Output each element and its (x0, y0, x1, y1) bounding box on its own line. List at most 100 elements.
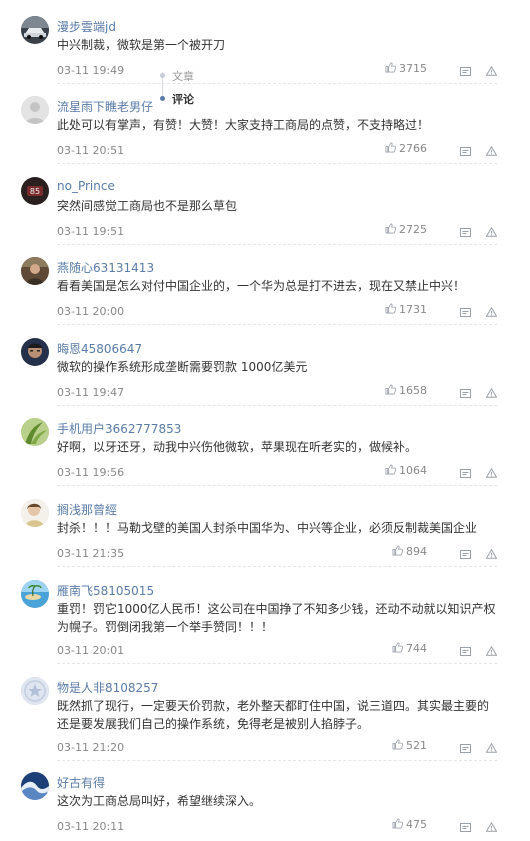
reply-icon[interactable] (460, 647, 471, 656)
comment-item: 好古有得 这次为工商总局叫好，希望继续深入。 03-11 20:11 475 (0, 772, 530, 840)
like-button[interactable]: 1658 (385, 384, 427, 400)
like-button[interactable]: 744 (392, 642, 427, 658)
reply-icon[interactable] (460, 389, 471, 398)
reply-icon[interactable] (460, 823, 471, 832)
reply-icon[interactable] (460, 308, 471, 317)
number-avatar-icon[interactable]: 85 (21, 177, 49, 205)
reply-icon[interactable] (460, 228, 471, 237)
username-link[interactable]: 手机用户3662777853 (57, 420, 181, 437)
comment-item: 流星雨下瞧老男仔 此处可以有掌声，有赞！大赞！大家支持工商局的点赞，不支持略过！… (0, 96, 530, 164)
like-count: 2766 (399, 142, 427, 155)
like-count: 894 (406, 545, 427, 558)
plant-avatar-icon[interactable] (21, 418, 49, 446)
thumbs-up-icon (392, 818, 403, 829)
username-link[interactable]: 流星雨下瞧老男仔 (57, 98, 153, 115)
comment-meta: 03-11 19:51 2725 (57, 223, 497, 241)
like-count: 521 (406, 739, 427, 752)
reply-icon[interactable] (460, 550, 471, 559)
divider (57, 244, 497, 245)
comment-text: 封杀！！！马勒戈壁的美国人封杀中国华为、中兴等企业，必须反制裁美国企业 (57, 521, 478, 535)
divider (57, 163, 497, 164)
default-avatar-icon[interactable] (21, 96, 49, 124)
car-avatar-icon[interactable] (21, 16, 49, 44)
username-link[interactable]: 燕随心63131413 (57, 259, 154, 276)
like-button[interactable]: 1731 (385, 303, 427, 319)
comment-meta: 03-11 20:11 475 (57, 818, 497, 836)
username-link[interactable]: 物是人非8108257 (57, 679, 158, 696)
username-link[interactable]: 漫步雲端jd (57, 18, 116, 35)
reply-icon[interactable] (460, 147, 471, 156)
like-count: 2725 (399, 223, 427, 236)
wave-avatar-icon[interactable] (21, 772, 49, 800)
username-link[interactable]: 搁浅那曾經 (57, 501, 117, 518)
comment-text: 这次为工商总局叫好，希望继续深入。 (57, 794, 262, 808)
comment-meta: 03-11 20:01 744 (57, 642, 497, 660)
comment-item: 85 no_Prince 突然间感觉工商局也不是那么草包 03-11 19:51… (0, 177, 530, 245)
divider (57, 83, 497, 84)
svg-text:85: 85 (30, 187, 40, 196)
report-icon[interactable] (486, 66, 497, 76)
comment-time: 03-11 20:01 (57, 644, 125, 657)
comment-text: 看看美国是怎么对付中国企业的，一个华为总是打不进去，现在又禁止中兴！ (57, 279, 466, 293)
report-icon[interactable] (486, 227, 497, 237)
comment-time: 03-11 20:00 (57, 305, 125, 318)
comment-text: 微软的操作系统形成垄断需要罚款 1000亿美元 (57, 360, 308, 374)
comment-time: 03-11 21:20 (57, 741, 125, 754)
reply-icon[interactable] (460, 67, 471, 76)
like-count: 475 (406, 818, 427, 831)
like-button[interactable]: 475 (392, 818, 427, 834)
reply-icon[interactable] (460, 744, 471, 753)
comment-time: 03-11 21:35 (57, 547, 125, 560)
like-button[interactable]: 2725 (385, 223, 427, 239)
like-button[interactable]: 2766 (385, 142, 427, 158)
comment-time: 03-11 19:51 (57, 225, 125, 238)
like-button[interactable]: 3715 (385, 62, 427, 78)
report-icon[interactable] (486, 743, 497, 753)
comment-meta: 03-11 21:35 894 (57, 545, 497, 563)
comment-meta: 03-11 19:47 1658 (57, 384, 497, 402)
divider (57, 324, 497, 325)
comment-text: 中兴制裁，微软是第一个被开刀 (57, 38, 226, 52)
report-icon[interactable] (486, 388, 497, 398)
report-icon[interactable] (486, 549, 497, 559)
comment-meta: 03-11 19:56 1064 (57, 464, 497, 482)
comment-item: 晦恩45806647 微软的操作系统形成垄断需要罚款 1000亿美元 03-11… (0, 338, 530, 406)
comment-item: 雁南飞58105015 重罚！罚它1000亿人民币！这公司在中国挣了不知多少钱，… (0, 580, 530, 664)
face-avatar-icon[interactable] (21, 338, 49, 366)
comment-text: 好啊，以牙还牙，动我中兴伤他微软，苹果现在听老实的，做候补。 (57, 440, 418, 454)
comment-time: 03-11 19:47 (57, 386, 125, 399)
island-avatar-icon[interactable] (21, 580, 49, 608)
username-link[interactable]: 雁南飞58105015 (57, 582, 154, 599)
username-link[interactable]: no_Prince (57, 179, 115, 193)
report-icon[interactable] (486, 468, 497, 478)
report-icon[interactable] (486, 822, 497, 832)
comment-item: 物是人非8108257 既然抓了现行，一定要天价罚款，老外整天都盯住中国，说三道… (0, 677, 530, 761)
comment-text: 此处可以有掌声，有赞！大赞！大家支持工商局的点赞，不支持略过！ (57, 118, 430, 132)
report-icon[interactable] (486, 146, 497, 156)
like-button[interactable]: 521 (392, 739, 427, 755)
report-icon[interactable] (486, 307, 497, 317)
divider (57, 760, 497, 761)
comment-meta: 03-11 21:20 521 (57, 739, 497, 757)
comment-meta: 03-11 20:00 1731 (57, 303, 497, 321)
star-avatar-icon[interactable] (21, 677, 49, 705)
divider (57, 663, 497, 664)
report-icon[interactable] (486, 646, 497, 656)
boy-avatar-icon[interactable] (21, 499, 49, 527)
thumbs-up-icon (385, 142, 396, 153)
username-link[interactable]: 好古有得 (57, 774, 105, 791)
like-count: 1658 (399, 384, 427, 397)
username-link[interactable]: 晦恩45806647 (57, 340, 142, 357)
like-button[interactable]: 894 (392, 545, 427, 561)
like-button[interactable]: 1064 (385, 464, 427, 480)
reply-icon[interactable] (460, 469, 471, 478)
like-count: 3715 (399, 62, 427, 75)
comment-text: 既然抓了现行，一定要天价罚款，老外整天都盯住中国，说三道四。其实最主要的还是要发… (57, 699, 490, 731)
like-count: 1731 (399, 303, 427, 316)
thumbs-up-icon (392, 739, 403, 750)
comment-meta: 03-11 19:49 3715 (57, 62, 497, 80)
person-avatar-icon[interactable] (21, 257, 49, 285)
comment-time: 03-11 19:56 (57, 466, 125, 479)
thumbs-up-icon (385, 303, 396, 314)
like-count: 744 (406, 642, 427, 655)
